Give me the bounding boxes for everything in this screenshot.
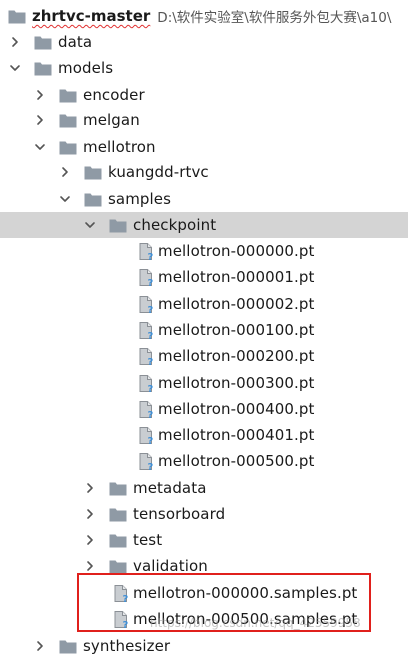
file-item[interactable]: mellotron-000100.pt: [0, 317, 408, 343]
folder-icon: [84, 192, 102, 207]
folder-icon: [34, 61, 52, 76]
tree-item-melgan[interactable]: melgan: [0, 107, 408, 133]
tree-item-data[interactable]: data: [0, 29, 408, 55]
file-item[interactable]: mellotron-000401.pt: [0, 422, 408, 448]
file-item[interactable]: mellotron-000500.pt: [0, 448, 408, 474]
tree-item-label: synthesizer: [83, 637, 171, 655]
chevron-right-icon[interactable]: [84, 560, 96, 572]
tree-item-tensorboard[interactable]: tensorboard: [0, 501, 408, 527]
chevron-down-icon[interactable]: [34, 141, 46, 153]
tree-item-test[interactable]: test: [0, 527, 408, 553]
folder-icon: [34, 35, 52, 50]
file-name: mellotron-000300.pt: [158, 374, 315, 392]
unknown-file-icon: [138, 374, 154, 393]
tree-item-samples[interactable]: samples: [0, 186, 408, 212]
tree-item-metadata[interactable]: metadata: [0, 475, 408, 501]
tree-item-checkpoint[interactable]: checkpoint: [0, 212, 408, 238]
file-item[interactable]: mellotron-000400.pt: [0, 396, 408, 422]
chevron-down-icon[interactable]: [9, 62, 21, 74]
file-name: mellotron-000100.pt: [158, 321, 315, 339]
folder-icon: [109, 533, 127, 548]
folder-icon: [59, 140, 77, 155]
project-tree: zhrtvc-master D:\软件实验室\软件服务外包大赛\a10\ dat…: [0, 0, 408, 655]
unknown-file-icon: [138, 295, 154, 314]
file-name: mellotron-000000.pt: [158, 242, 315, 260]
unknown-file-icon: [138, 347, 154, 366]
folder-icon: [109, 559, 127, 574]
file-item[interactable]: mellotron-000300.pt: [0, 370, 408, 396]
project-name: zhrtvc-master: [32, 7, 151, 25]
folder-icon: [59, 113, 77, 128]
tree-item-label: kuangdd-rtvc: [108, 163, 209, 181]
folder-icon: [109, 218, 127, 233]
tree-item-label: melgan: [83, 111, 140, 129]
chevron-right-icon[interactable]: [34, 89, 46, 101]
unknown-file-icon: [138, 321, 154, 340]
tree-item-mellotron[interactable]: mellotron: [0, 134, 408, 160]
highlight-annotation-box: [77, 573, 371, 632]
file-item[interactable]: mellotron-000200.pt: [0, 343, 408, 369]
tree-item-label: samples: [108, 190, 172, 208]
tree-item-kuangdd-rtvc[interactable]: kuangdd-rtvc: [0, 159, 408, 185]
folder-icon: [109, 481, 127, 496]
tree-item-label: models: [58, 59, 114, 77]
file-item[interactable]: mellotron-000001.pt: [0, 264, 408, 290]
chevron-right-icon[interactable]: [59, 166, 71, 178]
unknown-file-icon: [138, 268, 154, 287]
folder-icon: [59, 639, 77, 654]
chevron-down-icon[interactable]: [84, 219, 96, 231]
file-name: mellotron-000200.pt: [158, 347, 315, 365]
project-path: D:\软件实验室\软件服务外包大赛\a10\: [157, 10, 392, 26]
file-name: mellotron-000500.pt: [158, 452, 315, 470]
chevron-right-icon[interactable]: [84, 482, 96, 494]
tree-item-label: encoder: [83, 86, 145, 104]
folder-icon: [84, 165, 102, 180]
chevron-right-icon[interactable]: [84, 534, 96, 546]
tree-item-synthesizer[interactable]: synthesizer: [0, 633, 408, 659]
tree-item-label: checkpoint: [133, 216, 217, 234]
file-name: mellotron-000001.pt: [158, 268, 315, 286]
unknown-file-icon: [138, 426, 154, 445]
tree-item-encoder[interactable]: encoder: [0, 82, 408, 108]
chevron-right-icon[interactable]: [9, 36, 21, 48]
project-root-row[interactable]: zhrtvc-master D:\软件实验室\软件服务外包大赛\a10\: [0, 3, 408, 29]
file-item[interactable]: mellotron-000000.pt: [0, 238, 408, 264]
folder-icon: [109, 507, 127, 522]
chevron-right-icon[interactable]: [34, 114, 46, 126]
file-item[interactable]: mellotron-000002.pt: [0, 291, 408, 317]
tree-item-label: tensorboard: [133, 505, 226, 523]
chevron-right-icon[interactable]: [34, 640, 46, 652]
file-name: mellotron-000401.pt: [158, 426, 315, 444]
tree-item-label: test: [133, 531, 163, 549]
chevron-right-icon[interactable]: [84, 508, 96, 520]
tree-item-label: mellotron: [83, 138, 156, 156]
unknown-file-icon: [138, 242, 154, 261]
folder-icon: [59, 88, 77, 103]
unknown-file-icon: [138, 400, 154, 419]
file-name: mellotron-000400.pt: [158, 400, 315, 418]
chevron-down-icon[interactable]: [59, 193, 71, 205]
tree-item-models[interactable]: models: [0, 55, 408, 81]
unknown-file-icon: [138, 452, 154, 471]
folder-icon: [8, 9, 26, 24]
file-name: mellotron-000002.pt: [158, 295, 315, 313]
tree-item-label: metadata: [133, 479, 207, 497]
tree-item-label: data: [58, 33, 93, 51]
